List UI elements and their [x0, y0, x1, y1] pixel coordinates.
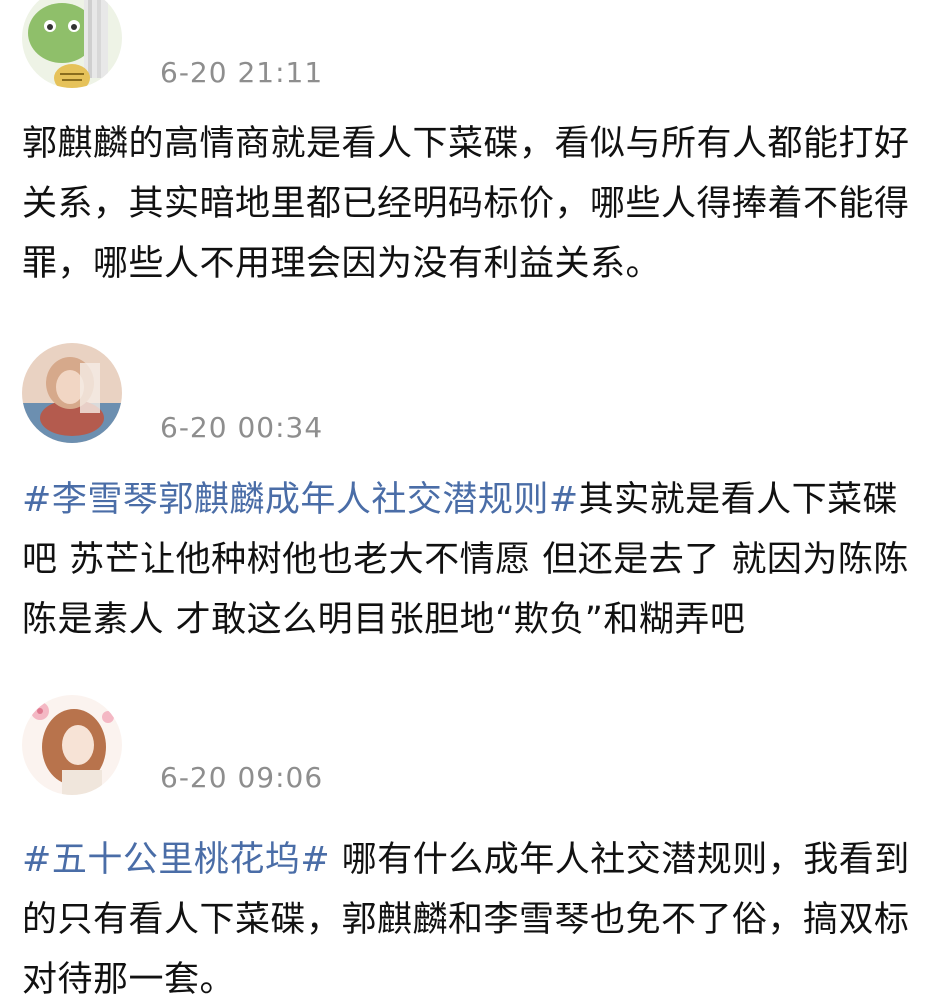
frog-cartoon-avatar-icon	[22, 0, 122, 88]
avatar[interactable]	[22, 343, 122, 443]
comment-text: #五十公里桃花坞# 哪有什么成年人社交潜规则，我看到的只有看人下菜碟，郭麒麟和李…	[22, 830, 917, 1000]
comment-feed: 6-20 21:11 郭麒麟的高情商就是看人下菜碟，看似与所有人都能打好关系，其…	[0, 0, 934, 1000]
timestamp: 6-20 21:11	[160, 56, 324, 89]
avatar[interactable]	[22, 0, 122, 88]
timestamp: 6-20 00:34	[160, 411, 324, 444]
hashtag-link[interactable]: #李雪琴郭麒麟成年人社交潜规则#	[22, 480, 579, 520]
timestamp: 6-20 09:06	[160, 761, 324, 794]
avatar[interactable]	[22, 695, 122, 795]
comment-body: 郭麒麟的高情商就是看人下菜碟，看似与所有人都能打好关系，其实暗地里都已经明码标价…	[22, 124, 910, 284]
hashtag-link[interactable]: #五十公里桃花坞#	[22, 840, 330, 880]
anime-girl-avatar-icon	[22, 695, 122, 795]
comment-text: #李雪琴郭麒麟成年人社交潜规则#其实就是看人下菜碟吧 苏芒让他种树他也老大不情愿…	[22, 470, 917, 650]
comment-text: 郭麒麟的高情商就是看人下菜碟，看似与所有人都能打好关系，其实暗地里都已经明码标价…	[22, 114, 917, 294]
portrait-avatar-icon	[22, 343, 122, 443]
